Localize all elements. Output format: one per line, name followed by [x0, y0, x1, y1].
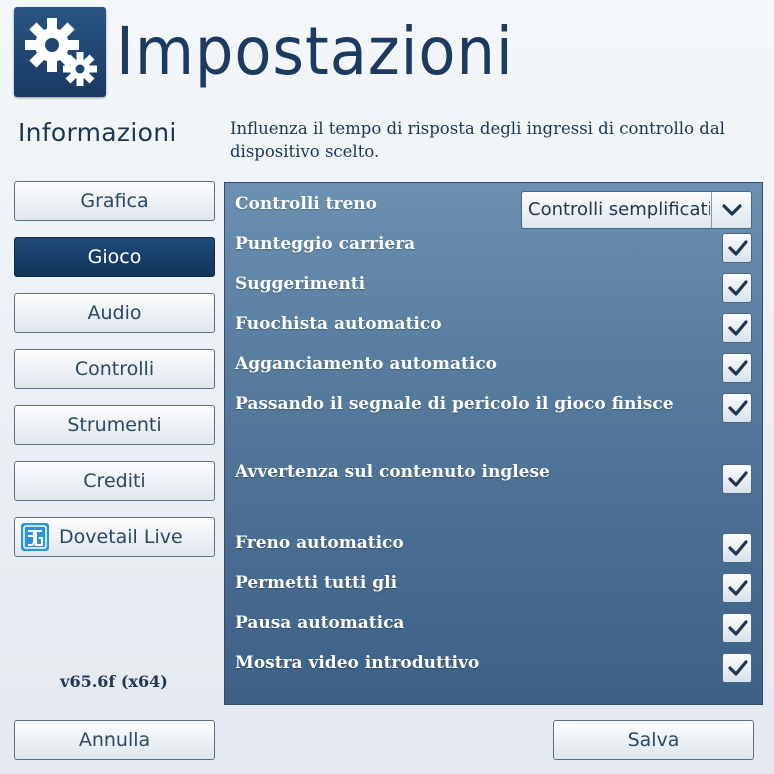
nav-button-label: Strumenti [67, 414, 162, 436]
allow-all-checkbox[interactable] [722, 573, 752, 603]
setting-label-auto-coupling: Agganciamento automatico [235, 354, 498, 374]
dropdown-value: Controlli semplificati [528, 199, 710, 220]
nav-button-label: Grafica [80, 190, 149, 212]
check-icon [728, 540, 748, 556]
save-button-label: Salva [627, 729, 680, 751]
nav-button-label: Dovetail Live [59, 526, 183, 548]
cancel-button[interactable]: Annulla [14, 720, 215, 760]
check-icon [728, 471, 748, 487]
setting-label-spad-game-over: Passando il segnale di pericolo il gioco… [235, 394, 674, 414]
career-score-checkbox[interactable] [722, 233, 752, 263]
setting-label-auto-brake: Freno automatico [235, 533, 404, 553]
check-icon [728, 580, 748, 596]
setting-label-auto-pause: Pausa automatica [235, 613, 405, 633]
nav-button-crediti[interactable]: Crediti [14, 461, 215, 501]
hints-checkbox[interactable] [722, 273, 752, 303]
auto-fireman-checkbox[interactable] [722, 313, 752, 343]
check-icon [728, 240, 748, 256]
intro-video-checkbox[interactable] [722, 653, 752, 683]
settings-gears-icon [14, 7, 106, 97]
english-content-warning-checkbox[interactable] [722, 464, 752, 494]
nav-button-grafica[interactable]: Grafica [14, 181, 215, 221]
auto-brake-checkbox[interactable] [722, 533, 752, 563]
nav-button-label: Audio [87, 302, 142, 324]
check-icon [728, 360, 748, 376]
setting-description: Influenza il tempo di risposta degli ing… [230, 119, 725, 161]
check-icon [728, 400, 748, 416]
dovetail-live-icon [21, 523, 49, 551]
check-icon [728, 660, 748, 676]
nav-button-strumenti[interactable]: Strumenti [14, 405, 215, 445]
nav-button-controlli[interactable]: Controlli [14, 349, 215, 389]
check-icon [728, 320, 748, 336]
nav-button-label: Crediti [83, 470, 146, 492]
cancel-button-label: Annulla [78, 729, 151, 751]
nav-button-gioco[interactable]: Gioco [14, 237, 215, 277]
spad-game-over-checkbox[interactable] [722, 393, 752, 423]
check-icon [728, 280, 748, 296]
page-title: Impostazioni [116, 13, 514, 90]
setting-label-intro-video: Mostra video introduttivo [235, 653, 480, 673]
chevron-down-icon[interactable] [711, 192, 751, 228]
train-controls-dropdown[interactable]: Controlli semplificati [521, 191, 752, 229]
setting-label-auto-fireman: Fuochista automatico [235, 314, 442, 334]
setting-label-english-content-warning: Avvertenza sul contenuto inglese [235, 462, 550, 482]
nav-button-label: Controlli [74, 358, 155, 380]
setting-label-career-score: Punteggio carriera [235, 234, 416, 254]
settings-panel: Controlli treno Controlli semplificati P… [224, 182, 763, 705]
section-title: Informazioni [18, 118, 177, 147]
save-button[interactable]: Salva [553, 720, 754, 760]
auto-pause-checkbox[interactable] [722, 613, 752, 643]
nav-button-dovetail-live[interactable]: Dovetail Live [14, 517, 215, 557]
setting-label-hints: Suggerimenti [235, 274, 366, 294]
setting-label-train-controls: Controlli treno [235, 194, 377, 214]
auto-coupling-checkbox[interactable] [722, 353, 752, 383]
nav-button-label: Gioco [87, 246, 142, 268]
nav-button-audio[interactable]: Audio [14, 293, 215, 333]
check-icon [728, 620, 748, 636]
version-label: v65.6f (x64) [60, 672, 168, 691]
setting-label-allow-all: Permetti tutti gli [235, 573, 398, 593]
